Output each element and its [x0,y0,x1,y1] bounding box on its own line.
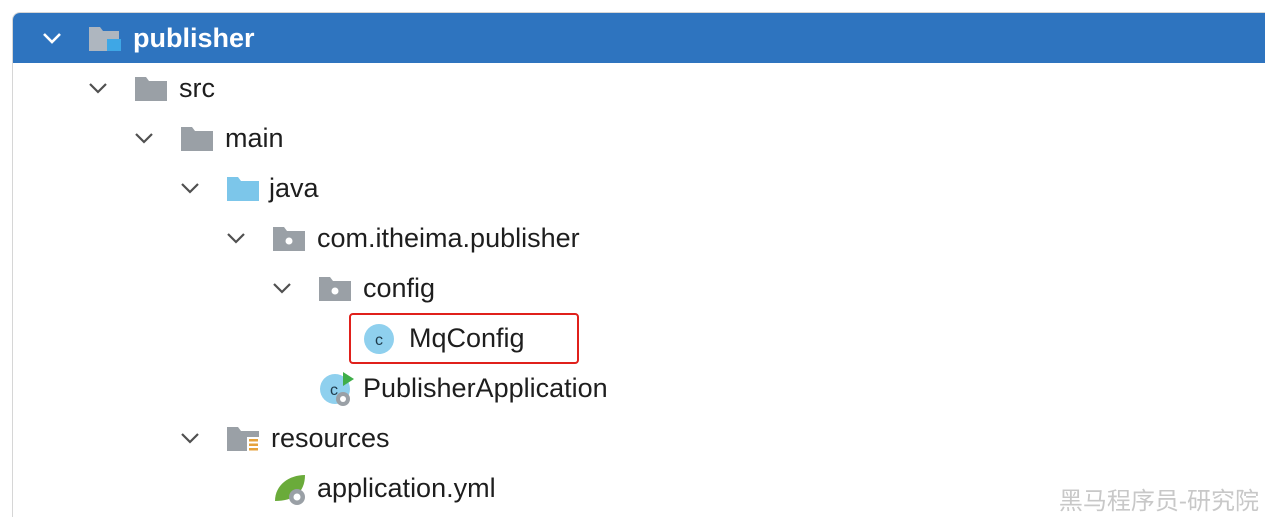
chevron-down-icon[interactable] [177,175,203,201]
chevron-down-icon[interactable] [131,125,157,151]
tree-label: publisher [133,23,255,53]
tree-row-publisher[interactable]: publisher [13,13,1265,63]
folder-icon [181,127,213,151]
folder-icon [135,77,167,101]
tree-label: config [363,273,436,303]
chevron-down-icon[interactable] [223,225,249,251]
tree-row-mqconfig[interactable]: c MqConfig [13,313,1265,363]
tree-row-package[interactable]: com.itheima.publisher [13,213,1265,263]
tree-label: src [179,73,215,103]
source-root-folder-icon [227,177,259,201]
tree-row-java[interactable]: java [13,163,1265,213]
chevron-down-icon[interactable] [269,275,295,301]
tree-row-publisher-application[interactable]: c PublisherApplication [13,363,1265,413]
package-icon [273,227,305,251]
tree-row-src[interactable]: src [13,63,1265,113]
tree-row-config[interactable]: config [13,263,1265,313]
spring-boot-app-icon: c [320,372,354,406]
chevron-down-icon[interactable] [85,75,111,101]
project-tree-panel: publisher src main java com.itheima.publ… [12,12,1265,517]
package-icon [319,277,351,301]
highlight-box [349,313,579,364]
resources-folder-icon [227,427,259,451]
tree-label: main [225,123,284,153]
tree-label: PublisherApplication [363,373,608,403]
tree-row-resources[interactable]: resources [13,413,1265,463]
tree-label: java [269,173,319,203]
tree-row-main[interactable]: main [13,113,1265,163]
tree-label: resources [271,423,390,453]
tree-label: application.yml [317,473,496,503]
chevron-down-icon[interactable] [39,25,65,51]
chevron-down-icon[interactable] [177,425,203,451]
tree-label: com.itheima.publisher [317,223,580,253]
module-folder-icon [89,27,121,51]
watermark: 黑马程序员-研究院 [1058,487,1259,515]
spring-config-icon [275,475,305,505]
